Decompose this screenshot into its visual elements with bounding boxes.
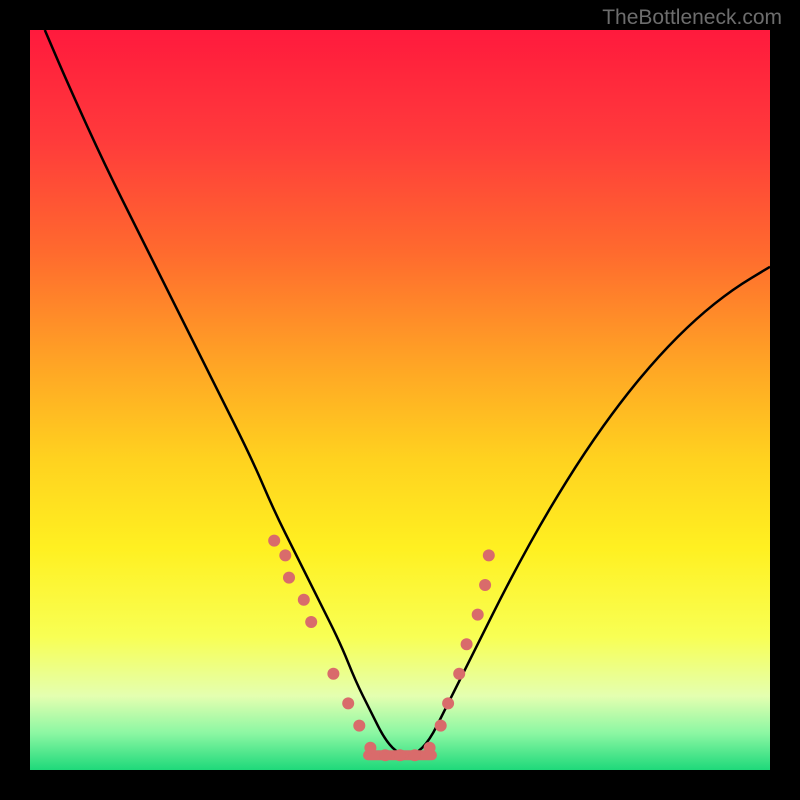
scatter-point <box>453 668 465 680</box>
scatter-point <box>327 668 339 680</box>
scatter-point <box>479 579 491 591</box>
chart-plot-area <box>30 30 770 770</box>
scatter-point <box>268 535 280 547</box>
scatter-point <box>442 697 454 709</box>
scatter-point <box>424 742 436 754</box>
scatter-point <box>435 720 447 732</box>
scatter-point <box>472 609 484 621</box>
scatter-point <box>298 594 310 606</box>
scatter-point <box>342 697 354 709</box>
scatter-point <box>353 720 365 732</box>
chart-curve <box>45 30 770 755</box>
scatter-point <box>279 549 291 561</box>
scatter-point <box>461 638 473 650</box>
scatter-point <box>379 749 391 761</box>
scatter-point <box>305 616 317 628</box>
scatter-point <box>409 749 421 761</box>
scatter-point <box>364 742 376 754</box>
chart-overlay <box>30 30 770 770</box>
scatter-point <box>394 749 406 761</box>
scatter-point <box>483 549 495 561</box>
watermark-text: TheBottleneck.com <box>602 6 782 30</box>
scatter-point <box>283 572 295 584</box>
